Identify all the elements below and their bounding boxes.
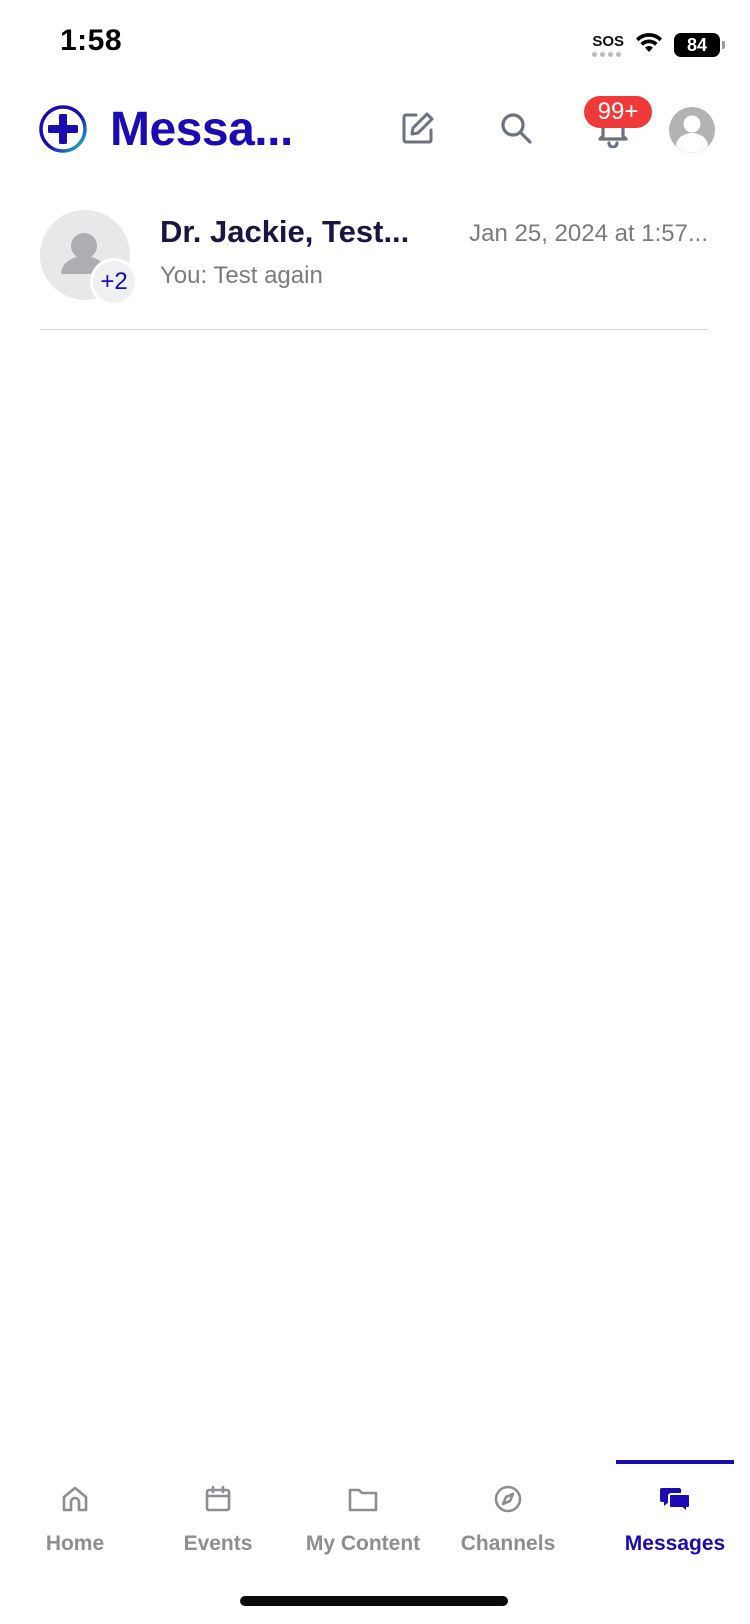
tab-label: Home bbox=[45, 1532, 105, 1555]
conversation-list: +2 Dr. Jackie, Test... Jan 25, 2024 at 1… bbox=[40, 200, 708, 330]
compose-icon[interactable] bbox=[398, 108, 438, 148]
wifi-icon bbox=[634, 32, 664, 59]
tab-events[interactable]: Events bbox=[143, 1460, 293, 1560]
tab-label: Events bbox=[183, 1532, 253, 1555]
tab-label: Channels bbox=[460, 1532, 556, 1555]
sos-label: SOS bbox=[592, 32, 624, 50]
compass-icon bbox=[493, 1482, 523, 1516]
conversation-timestamp: Jan 25, 2024 at 1:57... bbox=[469, 220, 708, 247]
tab-messages[interactable]: Messages bbox=[600, 1460, 750, 1560]
notification-badge[interactable]: 99+ bbox=[584, 96, 652, 128]
extra-participants-badge: +2 bbox=[90, 258, 138, 306]
tab-label: My Content bbox=[305, 1532, 421, 1555]
home-indicator[interactable] bbox=[240, 1596, 508, 1606]
status-time: 1:58 bbox=[60, 24, 123, 57]
home-icon bbox=[60, 1482, 90, 1516]
calendar-icon bbox=[203, 1482, 233, 1516]
chat-bubbles-icon bbox=[659, 1482, 691, 1516]
sos-indicator: SOS bbox=[592, 34, 624, 57]
tab-my-content[interactable]: My Content bbox=[288, 1460, 438, 1560]
conversation-preview: You: Test again bbox=[160, 262, 323, 289]
folder-icon bbox=[347, 1482, 379, 1516]
tab-bar: Home Events My Content Channels Messages bbox=[0, 1460, 750, 1580]
battery-indicator: 84 bbox=[674, 33, 725, 57]
conversation-item[interactable]: +2 Dr. Jackie, Test... Jan 25, 2024 at 1… bbox=[40, 200, 708, 330]
search-icon[interactable] bbox=[496, 108, 536, 148]
profile-avatar-icon[interactable] bbox=[668, 106, 716, 154]
tab-label: Messages bbox=[624, 1532, 726, 1555]
page-title: Messa... bbox=[110, 103, 293, 156]
tab-channels[interactable]: Channels bbox=[433, 1460, 583, 1560]
status-bar: 1:58 SOS 84 bbox=[0, 0, 750, 90]
tab-home[interactable]: Home bbox=[0, 1460, 150, 1560]
app-header: Messa... 99+ bbox=[0, 90, 750, 180]
app-logo-icon[interactable] bbox=[38, 104, 88, 154]
status-indicators: SOS 84 bbox=[592, 30, 725, 60]
conversation-name: Dr. Jackie, Test... bbox=[160, 214, 410, 249]
